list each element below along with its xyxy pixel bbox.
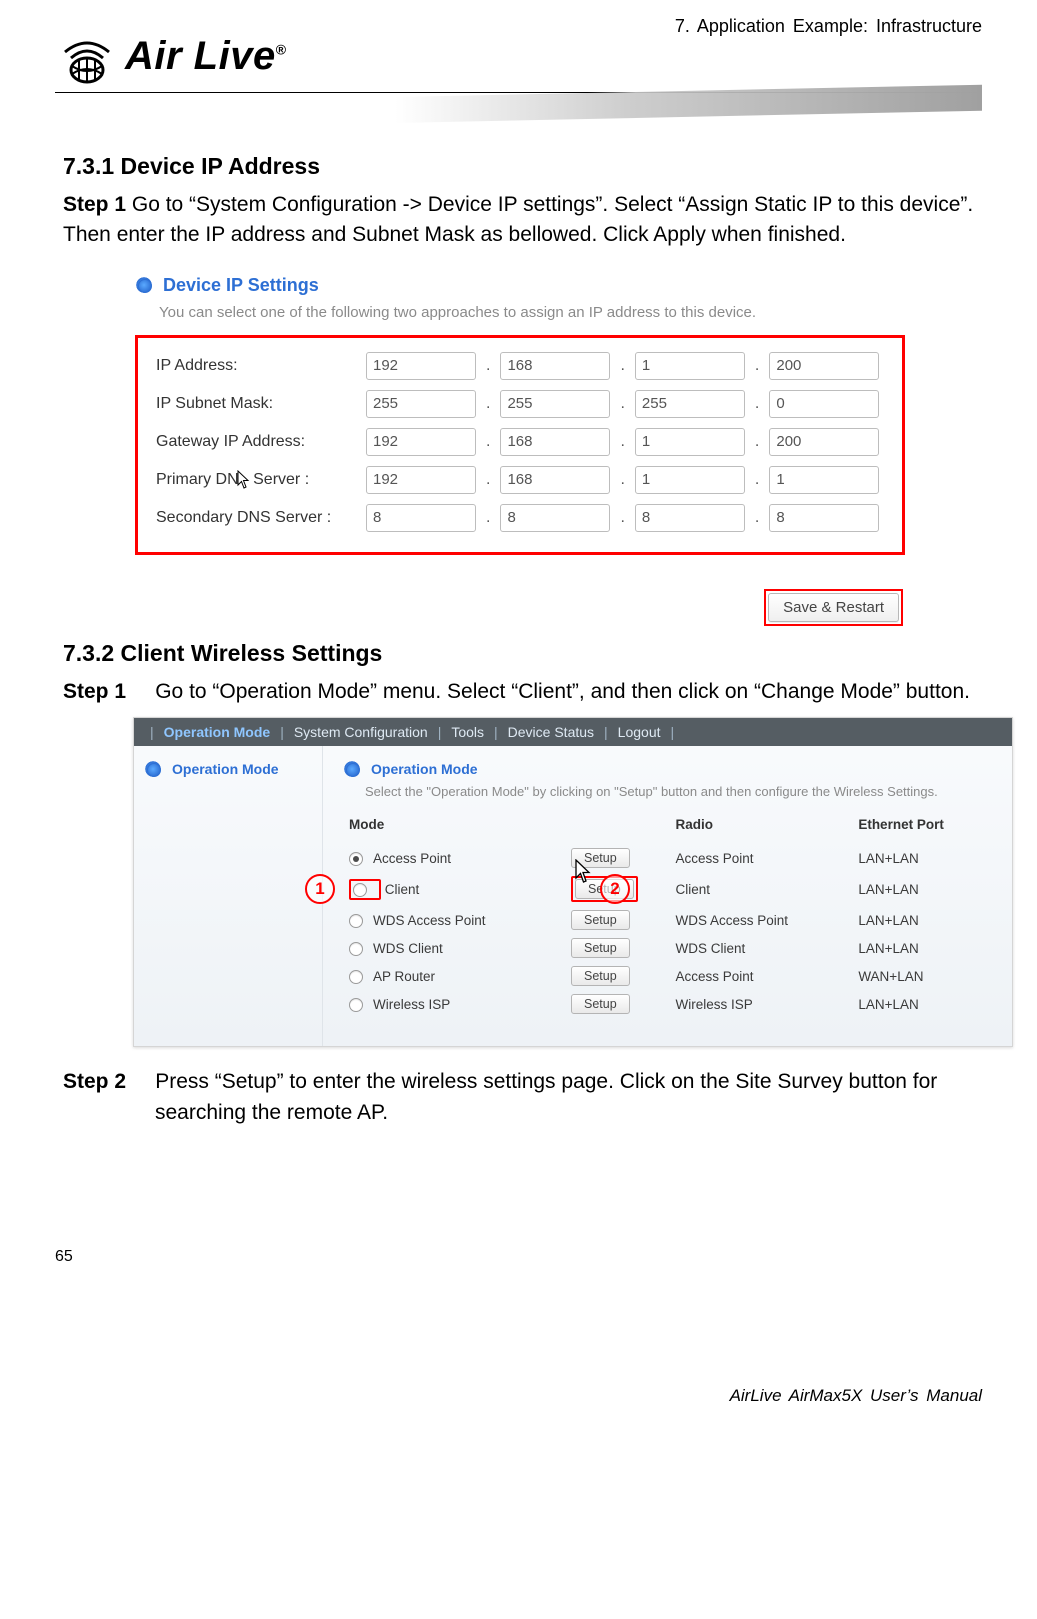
radio-highlight [349,879,381,900]
section-heading-731: 7.3.1 Device IP Address [63,153,982,180]
nav-device-status[interactable]: Device Status [508,724,594,740]
ip-octet-input[interactable] [635,466,745,494]
main-title: Operation Mode [371,761,478,777]
table-row: WDS Client Setup WDS Client LAN+LAN [343,934,996,962]
radio-wds-ap[interactable] [349,914,363,928]
ip-octet-input[interactable] [769,352,879,380]
nav-system-configuration[interactable]: System Configuration [294,724,428,740]
ip-octet-input[interactable] [366,428,476,456]
logo-text: Air Live [125,34,276,78]
ip-octet-input[interactable] [769,504,879,532]
table-row: Access Point Setup Access Point LAN+LAN [343,844,996,872]
nav-logout[interactable]: Logout [618,724,661,740]
ip-address-row: IP Address: . . . [156,352,884,380]
screenshot-operation-mode: | Operation Mode| System Configuration| … [133,717,1013,1047]
ip-octet-input[interactable] [500,352,610,380]
ip-octet-input[interactable] [635,504,745,532]
ip-octet-input[interactable] [500,390,610,418]
primary-dns-row: Primary DN Server : . . . [156,466,884,494]
setup-button[interactable]: Setup [571,910,630,930]
ip-octet-input[interactable] [500,466,610,494]
sidebar-title: Operation Mode [172,761,279,777]
th-radio: Radio [669,817,852,844]
radio-wireless-isp[interactable] [349,998,363,1012]
step1-label: Step 1 [63,193,126,216]
nav-operation-mode[interactable]: Operation Mode [164,724,271,740]
step2-label-732: Step 2 [63,1070,126,1093]
th-mode: Mode [343,817,565,844]
step1-text-732: Go to “Operation Mode” menu. Select “Cli… [155,680,970,703]
header-gradient [395,85,982,123]
primary-dns-label: Primary DN Server : [156,470,366,490]
gateway-label: Gateway IP Address: [156,433,366,451]
section-heading-732: 7.3.2 Client Wireless Settings [63,640,982,667]
ip-panel-title: Device IP Settings [163,275,319,296]
setup-button[interactable]: Setup [571,966,630,986]
ip-octet-input[interactable] [769,390,879,418]
save-restart-button[interactable]: Save & Restart [768,593,899,622]
mode-table: Mode Radio Ethernet Port Access Point Se… [343,817,996,1018]
step1-text: Go to “System Configuration -> Device IP… [63,193,973,246]
nav-tools[interactable]: Tools [451,724,484,740]
table-row: Wireless ISP Setup Wireless ISP LAN+LAN [343,990,996,1018]
secondary-dns-row: Secondary DNS Server : . . . [156,504,884,532]
screenshot-ip-settings: Device IP Settings You can select one of… [135,275,905,626]
subnet-mask-label: IP Subnet Mask: [156,395,366,413]
manual-title: AirLive AirMax5X User’s Manual [730,1386,982,1406]
ip-octet-input[interactable] [635,352,745,380]
ip-octet-input[interactable] [635,390,745,418]
ip-octet-input[interactable] [500,504,610,532]
gateway-row: Gateway IP Address: . . . [156,428,884,456]
ip-octet-input[interactable] [500,428,610,456]
ip-address-label: IP Address: [156,357,366,375]
radio-ap-router[interactable] [349,970,363,984]
bullet-icon [343,760,361,778]
ip-octet-input[interactable] [769,466,879,494]
table-row: AP Router Setup Access Point WAN+LAN [343,962,996,990]
step2-text-732: Press “Setup” to enter the wireless sett… [155,1070,937,1123]
table-row: WDS Access Point Setup WDS Access Point … [343,906,996,934]
page-footer: 65 . AirLive AirMax5X User’s Manual [55,1248,982,1278]
th-eth: Ethernet Port [852,817,996,844]
setup-button[interactable]: Setup [571,994,630,1014]
ip-octet-input[interactable] [366,352,476,380]
radio-client[interactable] [353,883,367,897]
sidebar: Operation Mode [134,746,323,1046]
bullet-icon [144,760,162,778]
setup-button[interactable]: Setup [571,938,630,958]
main-subtitle: Select the "Operation Mode" by clicking … [365,784,996,799]
step1-paragraph-732: Step 1 Go to “Operation Mode” menu. Sele… [63,677,982,707]
radio-access-point[interactable] [349,852,363,866]
main-panel: Operation Mode Select the "Operation Mod… [323,746,1012,1046]
registered-icon: ® [276,41,287,57]
chapter-title: 7. Application Example: Infrastructure [675,16,982,37]
ip-octet-input[interactable] [366,504,476,532]
ip-octet-input[interactable] [366,466,476,494]
wifi-globe-icon [55,24,119,88]
bullet-icon [135,276,153,294]
page-number: 65 [55,1248,73,1265]
ip-octet-input[interactable] [769,428,879,456]
save-highlight: Save & Restart [764,589,903,626]
step2-paragraph-732: Step 2 Press “Setup” to enter the wirele… [63,1067,982,1128]
secondary-dns-label: Secondary DNS Server : [156,509,366,527]
brand-logo: Air Live® [55,24,287,88]
table-row: Client Setup Client LAN+LAN [343,872,996,906]
step1-label-732: Step 1 [63,680,126,703]
subnet-mask-row: IP Subnet Mask: . . . [156,390,884,418]
cursor-icon [575,859,593,885]
radio-wds-client[interactable] [349,942,363,956]
ip-panel-subtitle: You can select one of the following two … [159,304,905,321]
step1-paragraph: Step 1 Go to “System Configuration -> De… [63,190,982,251]
cursor-icon [237,470,251,490]
ip-octet-input[interactable] [366,390,476,418]
top-nav: | Operation Mode| System Configuration| … [134,718,1012,746]
ip-fields-highlight: IP Address: . . . IP Subnet Mask: . . . … [135,335,905,555]
ip-octet-input[interactable] [635,428,745,456]
